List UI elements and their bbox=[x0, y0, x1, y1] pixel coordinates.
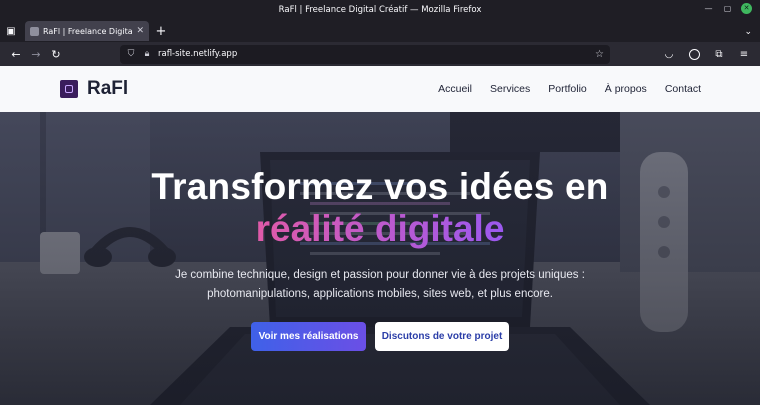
nav-link-services[interactable]: Services bbox=[490, 83, 530, 95]
discuss-project-button[interactable]: Discutons de votre projet bbox=[375, 322, 509, 351]
nav-link-a-propos[interactable]: À propos bbox=[605, 83, 647, 95]
web-page: RaFl Accueil Services Portfolio À propos… bbox=[0, 66, 760, 405]
address-bar[interactable]: ⛉ 🔒︎ rafl-site.netlify.app ☆ bbox=[120, 44, 610, 64]
tab-title: RaFl | Freelance Digital Créatif bbox=[43, 26, 133, 36]
new-tab-icon[interactable]: + bbox=[151, 21, 171, 41]
window-controls: — ▢ ✕ bbox=[703, 3, 752, 14]
forward-arrow-icon[interactable]: → bbox=[26, 44, 46, 64]
reload-icon[interactable]: ↻ bbox=[46, 44, 66, 64]
close-window-icon[interactable]: ✕ bbox=[741, 3, 752, 14]
window-title: RaFl | Freelance Digital Créatif — Mozil… bbox=[278, 4, 482, 15]
brand-name[interactable]: RaFl bbox=[87, 78, 128, 100]
toolbar-right: ◡ ⧉ ≡ bbox=[659, 44, 754, 64]
hero-lead-text: Je combine technique, design et passion … bbox=[175, 269, 585, 300]
maximize-icon[interactable]: ▢ bbox=[722, 3, 733, 14]
window-titlebar: RaFl | Freelance Digital Créatif — Mozil… bbox=[0, 0, 760, 19]
logo-icon[interactable] bbox=[60, 80, 78, 98]
view-work-button[interactable]: Voir mes réalisations bbox=[251, 322, 366, 351]
hero-title-line1: Transformez vos idées en bbox=[151, 166, 609, 207]
firefox-view-icon[interactable]: ▣ bbox=[0, 20, 22, 42]
tab-bar: ▣ RaFl | Freelance Digital Créatif ✕ + ⌄ bbox=[0, 19, 760, 42]
main-nav: Accueil Services Portfolio À propos Cont… bbox=[420, 83, 701, 95]
lock-icon[interactable]: 🔒︎ bbox=[142, 49, 152, 59]
nav-link-contact[interactable]: Contact bbox=[665, 83, 701, 95]
pocket-icon[interactable]: ◡ bbox=[659, 44, 679, 64]
hero-title-line2-wrapper: réalité digitale bbox=[0, 208, 760, 250]
navigation-toolbar: ← → ↻ ⛉ 🔒︎ rafl-site.netlify.app ☆ ◡ ⧉ ≡ bbox=[0, 42, 760, 66]
favicon-icon bbox=[30, 26, 39, 36]
nav-link-portfolio[interactable]: Portfolio bbox=[548, 83, 587, 95]
menu-icon[interactable]: ≡ bbox=[734, 44, 754, 64]
close-tab-icon[interactable]: ✕ bbox=[136, 26, 144, 36]
nav-link-accueil[interactable]: Accueil bbox=[438, 83, 472, 95]
extensions-icon[interactable]: ⧉ bbox=[709, 44, 729, 64]
shield-icon[interactable]: ⛉ bbox=[126, 49, 136, 59]
account-icon[interactable] bbox=[684, 44, 704, 64]
list-all-tabs-icon[interactable]: ⌄ bbox=[744, 27, 752, 37]
tab-active[interactable]: RaFl | Freelance Digital Créatif ✕ bbox=[25, 21, 149, 41]
url-text[interactable]: rafl-site.netlify.app bbox=[158, 49, 589, 59]
back-arrow-icon[interactable]: ← bbox=[6, 44, 26, 64]
hero-section: Transformez vos idées en réalité digital… bbox=[0, 112, 760, 405]
site-header: RaFl Accueil Services Portfolio À propos… bbox=[0, 66, 760, 112]
minimize-icon[interactable]: — bbox=[703, 3, 714, 14]
hero-title-highlight: réalité digitale bbox=[255, 208, 505, 249]
hero-content: Transformez vos idées en réalité digital… bbox=[0, 112, 760, 405]
bookmark-star-icon[interactable]: ☆ bbox=[595, 49, 604, 60]
